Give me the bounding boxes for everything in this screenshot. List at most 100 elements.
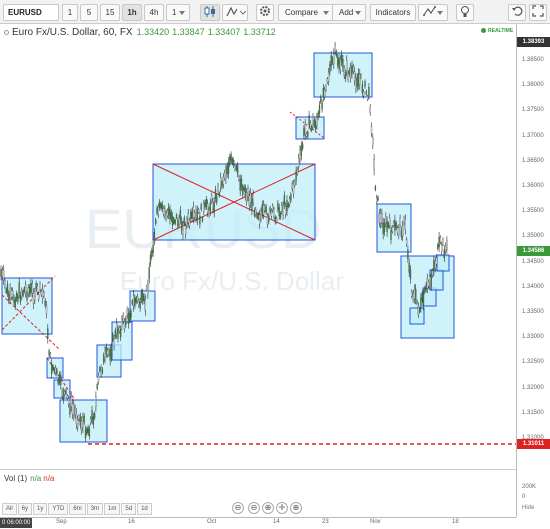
candle-body[interactable] bbox=[247, 188, 249, 198]
candle-body[interactable] bbox=[43, 292, 45, 297]
candle-body[interactable] bbox=[126, 309, 128, 316]
candle-body[interactable] bbox=[390, 230, 392, 240]
candle-body[interactable] bbox=[91, 410, 93, 420]
candle-body[interactable] bbox=[105, 347, 107, 355]
candle-body[interactable] bbox=[155, 219, 157, 224]
candle-body[interactable] bbox=[294, 181, 296, 186]
range-button-5d[interactable]: 5d bbox=[121, 503, 137, 515]
candle-body[interactable] bbox=[52, 365, 54, 370]
candle-body[interactable] bbox=[216, 196, 218, 203]
candle-body[interactable] bbox=[296, 168, 299, 174]
candle-body[interactable] bbox=[31, 283, 33, 294]
candle-body[interactable] bbox=[78, 415, 80, 420]
candle-body[interactable] bbox=[118, 327, 120, 332]
candle-body[interactable] bbox=[217, 185, 219, 192]
candle-body[interactable] bbox=[292, 184, 295, 194]
candle-body[interactable] bbox=[411, 291, 413, 297]
candle-body[interactable] bbox=[370, 125, 373, 134]
candle-body[interactable] bbox=[221, 182, 223, 188]
candle-body[interactable] bbox=[82, 417, 84, 429]
candle-body[interactable] bbox=[260, 210, 262, 219]
candle-body[interactable] bbox=[320, 96, 322, 102]
candle-body[interactable] bbox=[200, 204, 202, 210]
candle-body[interactable] bbox=[304, 124, 306, 135]
candle-body[interactable] bbox=[346, 60, 348, 71]
candle-body[interactable] bbox=[166, 210, 169, 217]
candle-body[interactable] bbox=[298, 157, 300, 167]
candle-body[interactable] bbox=[351, 64, 353, 75]
candle-body[interactable] bbox=[84, 429, 87, 439]
candle-body[interactable] bbox=[425, 284, 427, 291]
candle-body[interactable] bbox=[334, 44, 336, 52]
candle-body[interactable] bbox=[389, 217, 391, 226]
candle-body[interactable] bbox=[170, 212, 172, 220]
candle-body[interactable] bbox=[405, 239, 408, 245]
candle-body[interactable] bbox=[41, 288, 44, 299]
range-button-1d[interactable]: 1d bbox=[137, 503, 152, 515]
candle-body[interactable] bbox=[51, 363, 53, 374]
candle-body[interactable] bbox=[333, 53, 335, 65]
candle-body[interactable] bbox=[1, 269, 3, 277]
candle-body[interactable] bbox=[86, 428, 88, 434]
candle-body[interactable] bbox=[259, 214, 261, 225]
candle-body[interactable] bbox=[305, 133, 308, 137]
candle-body[interactable] bbox=[324, 89, 326, 97]
candle-body[interactable] bbox=[437, 244, 439, 249]
candle-body[interactable] bbox=[207, 203, 209, 213]
candle-body[interactable] bbox=[161, 203, 163, 210]
candle-body[interactable] bbox=[435, 257, 438, 265]
candle-body[interactable] bbox=[203, 203, 205, 212]
candle-body[interactable] bbox=[407, 249, 409, 259]
candle-body[interactable] bbox=[17, 295, 19, 302]
candle-body[interactable] bbox=[123, 321, 126, 330]
candle-body[interactable] bbox=[360, 74, 362, 78]
pane-divider[interactable] bbox=[0, 469, 516, 470]
candle-body[interactable] bbox=[238, 175, 240, 180]
candle-body[interactable] bbox=[431, 270, 434, 276]
range-button-1y[interactable]: 1y bbox=[33, 503, 48, 515]
candle-body[interactable] bbox=[9, 288, 11, 300]
candle-body[interactable] bbox=[227, 162, 230, 174]
candle-body[interactable] bbox=[300, 145, 302, 156]
candle-body[interactable] bbox=[335, 51, 338, 56]
candle-body[interactable] bbox=[412, 293, 414, 300]
candle-body[interactable] bbox=[418, 308, 421, 313]
candle-body[interactable] bbox=[287, 203, 289, 208]
candle-body[interactable] bbox=[87, 427, 89, 434]
candle-body[interactable] bbox=[290, 194, 292, 201]
candle-body[interactable] bbox=[40, 291, 42, 296]
candle-body[interactable] bbox=[379, 213, 382, 224]
candle-body[interactable] bbox=[95, 396, 97, 407]
candle-body[interactable] bbox=[363, 91, 365, 97]
candle-body[interactable] bbox=[116, 323, 118, 334]
candle-body[interactable] bbox=[121, 318, 123, 327]
candle-body[interactable] bbox=[313, 119, 315, 126]
candle-body[interactable] bbox=[168, 206, 170, 216]
candle-body[interactable] bbox=[355, 78, 357, 89]
candle-body[interactable] bbox=[179, 210, 182, 220]
candle-body[interactable] bbox=[22, 291, 24, 296]
candle-body[interactable] bbox=[187, 213, 189, 224]
candle-body[interactable] bbox=[10, 290, 13, 298]
candle-body[interactable] bbox=[177, 220, 179, 227]
candle-body[interactable] bbox=[73, 404, 75, 416]
candle-body[interactable] bbox=[28, 287, 31, 294]
candle-body[interactable] bbox=[157, 206, 159, 215]
candle-body[interactable] bbox=[134, 298, 136, 306]
candle-body[interactable] bbox=[443, 249, 445, 259]
candle-body[interactable] bbox=[295, 170, 297, 181]
candle-body[interactable] bbox=[265, 206, 267, 213]
candle-body[interactable] bbox=[444, 245, 447, 252]
candle-body[interactable] bbox=[61, 390, 63, 397]
interval-15m-button[interactable]: 15 bbox=[100, 4, 120, 21]
candle-body[interactable] bbox=[415, 288, 417, 300]
candle-body[interactable] bbox=[35, 283, 37, 290]
candle-body[interactable] bbox=[188, 220, 191, 227]
candle-body[interactable] bbox=[392, 221, 395, 226]
candle-body[interactable] bbox=[377, 196, 379, 201]
candle-body[interactable] bbox=[317, 112, 319, 118]
gear-icon[interactable] bbox=[256, 4, 274, 21]
candle-body[interactable] bbox=[104, 350, 106, 360]
candle-body[interactable] bbox=[286, 200, 288, 211]
candle-body[interactable] bbox=[164, 208, 166, 216]
